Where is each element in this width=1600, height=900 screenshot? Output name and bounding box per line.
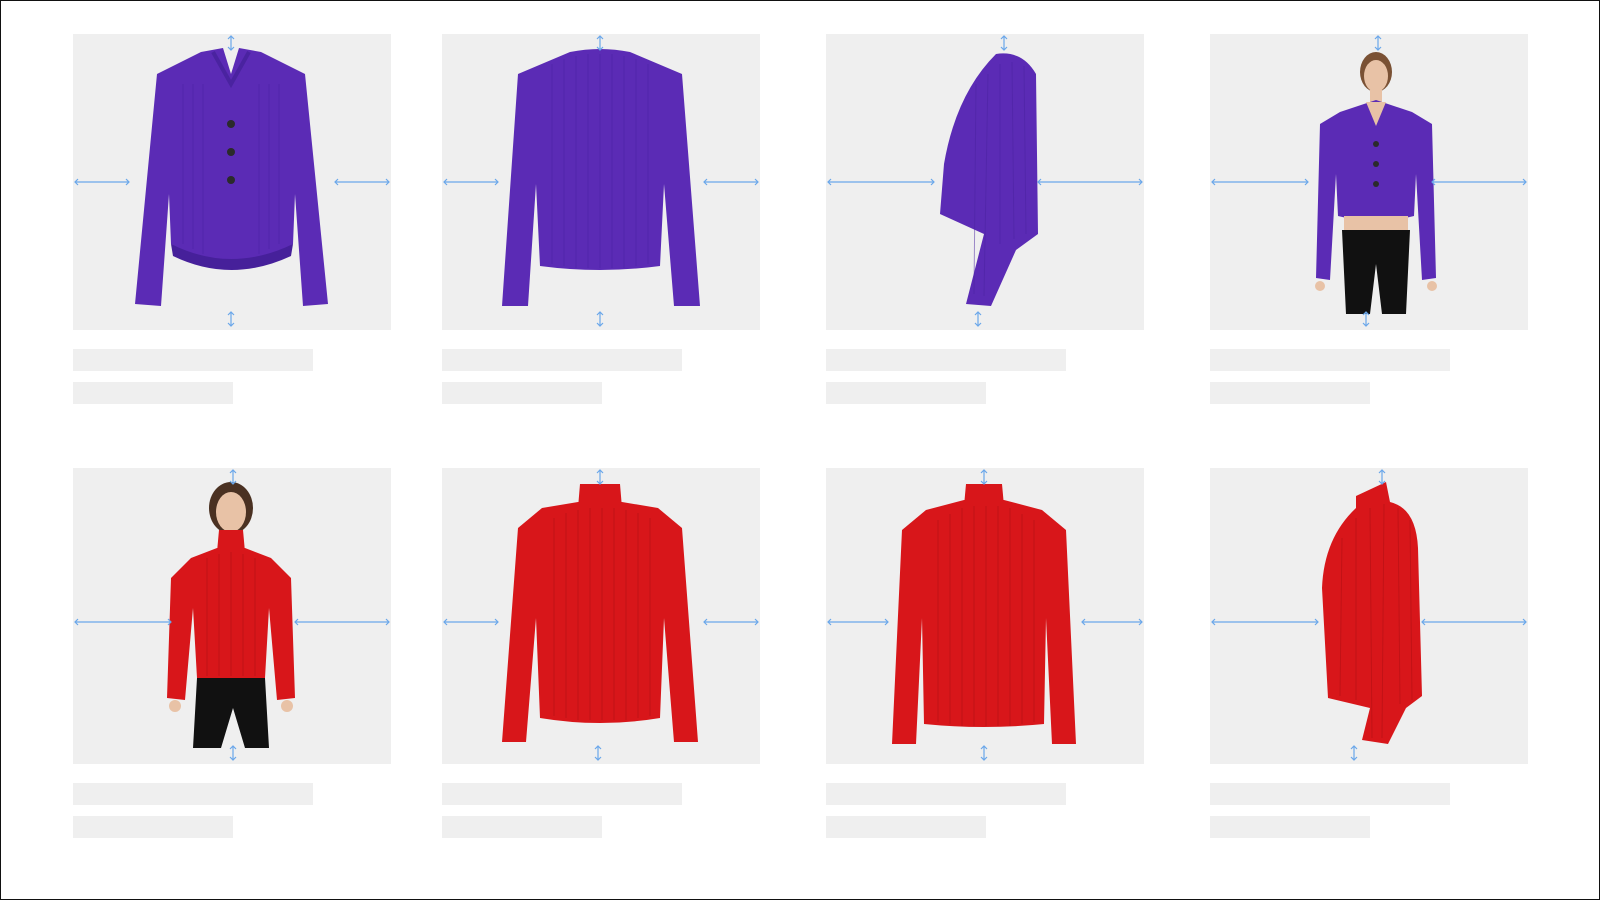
red-sweater-model-image	[167, 482, 295, 748]
product-image[interactable]	[826, 34, 1144, 330]
product-card[interactable]	[826, 468, 1144, 838]
product-card[interactable]	[442, 34, 760, 404]
product-title-placeholder	[826, 349, 1066, 371]
product-price-placeholder	[442, 816, 602, 838]
purple-cardigan-side-image	[940, 53, 1038, 306]
product-title-placeholder	[1210, 349, 1450, 371]
product-card[interactable]	[73, 34, 391, 404]
product-card[interactable]	[1210, 34, 1528, 404]
product-card[interactable]	[826, 34, 1144, 404]
product-card[interactable]	[1210, 468, 1528, 838]
product-image[interactable]	[826, 468, 1144, 764]
product-title-placeholder	[1210, 783, 1450, 805]
product-price-placeholder	[442, 382, 602, 404]
product-title-placeholder	[442, 783, 682, 805]
red-sweater-front-image	[502, 484, 698, 742]
product-price-placeholder	[826, 816, 986, 838]
product-price-placeholder	[1210, 816, 1370, 838]
product-price-placeholder	[1210, 382, 1370, 404]
product-image[interactable]	[442, 34, 760, 330]
product-title-placeholder	[73, 349, 313, 371]
product-image[interactable]	[442, 468, 760, 764]
product-image[interactable]	[73, 34, 391, 330]
product-price-placeholder	[73, 816, 233, 838]
product-price-placeholder	[826, 382, 986, 404]
red-sweater-side-image	[1322, 482, 1422, 744]
product-image[interactable]	[1210, 468, 1528, 764]
product-title-placeholder	[442, 349, 682, 371]
red-sweater-back-image	[892, 484, 1076, 744]
product-card[interactable]	[442, 468, 760, 838]
product-image[interactable]	[1210, 34, 1528, 330]
purple-cardigan-front-image	[135, 48, 328, 306]
product-grid-frame	[0, 0, 1600, 900]
product-image[interactable]	[73, 468, 391, 764]
product-title-placeholder	[73, 783, 313, 805]
product-price-placeholder	[73, 382, 233, 404]
product-title-placeholder	[826, 783, 1066, 805]
purple-cardigan-back-image	[502, 49, 700, 306]
purple-cardigan-model-image	[1315, 52, 1437, 314]
product-card[interactable]	[73, 468, 391, 838]
